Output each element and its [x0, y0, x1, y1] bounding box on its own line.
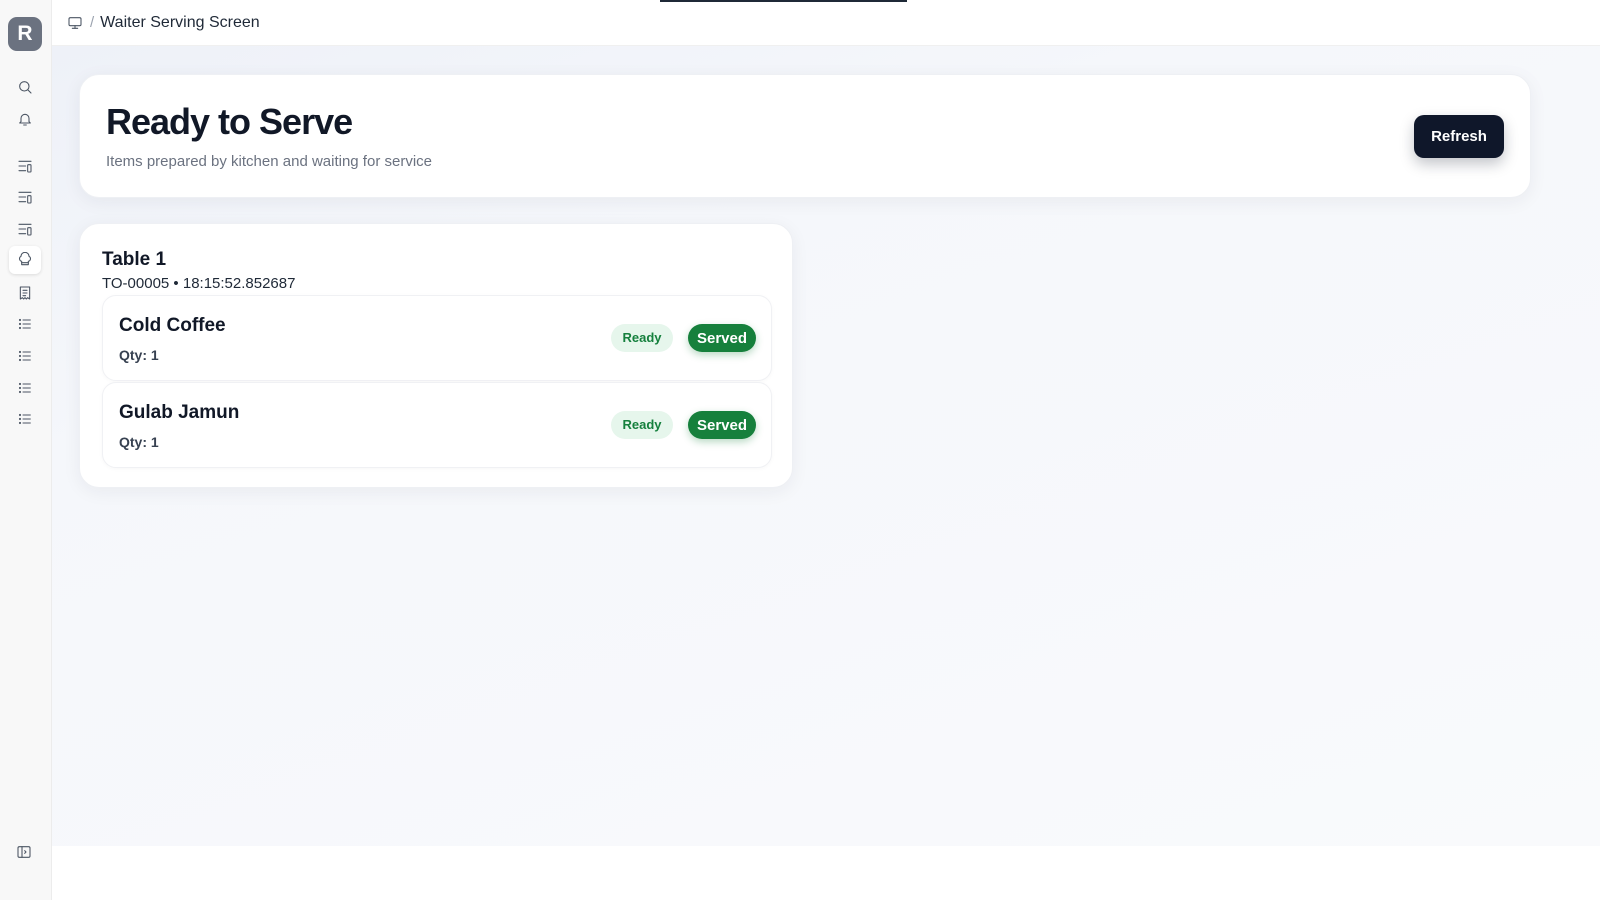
list-filter-icon[interactable]	[14, 186, 36, 208]
page-subtitle: Items prepared by kitchen and waiting fo…	[106, 153, 432, 170]
app-logo[interactable]: R	[8, 17, 42, 51]
list-filter-icon[interactable]	[14, 155, 36, 177]
page-header-card: Ready to Serve Items prepared by kitchen…	[79, 74, 1531, 198]
item-name: Cold Coffee	[119, 315, 226, 336]
list-icon[interactable]	[14, 377, 36, 399]
order-item: Cold Coffee Qty: 1 Ready Served	[102, 295, 772, 381]
item-qty: Qty: 1	[119, 347, 159, 363]
loading-indicator	[660, 0, 907, 2]
table-title: Table 1	[102, 249, 167, 270]
list-icon[interactable]	[14, 408, 36, 430]
list-icon[interactable]	[14, 313, 36, 335]
list-filter-icon[interactable]	[14, 218, 36, 240]
table-card: Table 1 TO-00005 • 18:15:52.852687 Cold …	[79, 223, 793, 488]
sidebar-toggle-icon[interactable]	[13, 841, 35, 863]
served-button[interactable]: Served	[688, 324, 756, 352]
bottom-strip	[52, 846, 1600, 900]
sidebar: R	[0, 0, 52, 900]
item-qty: Qty: 1	[119, 434, 159, 450]
bell-icon[interactable]	[14, 108, 36, 130]
chef-hat-icon[interactable]	[9, 246, 41, 274]
breadcrumb-separator: /	[90, 14, 95, 31]
order-item: Gulab Jamun Qty: 1 Ready Served	[102, 382, 772, 468]
main-content: Ready to Serve Items prepared by kitchen…	[52, 46, 1600, 846]
breadcrumb-title: Waiter Serving Screen	[100, 13, 260, 31]
monitor-icon[interactable]	[67, 15, 83, 31]
ready-status-badge: Ready	[611, 411, 673, 439]
list-icon[interactable]	[14, 345, 36, 367]
top-bar: / Waiter Serving Screen	[52, 0, 1600, 46]
page-title: Ready to Serve	[106, 101, 353, 142]
refresh-button[interactable]: Refresh	[1414, 115, 1504, 158]
app-root: R / Waiter Serving Screen Ready to Serve…	[0, 0, 1600, 900]
search-icon[interactable]	[14, 76, 36, 98]
served-button[interactable]: Served	[688, 411, 756, 439]
item-name: Gulab Jamun	[119, 402, 240, 423]
receipt-icon[interactable]	[14, 282, 36, 304]
table-order-meta: TO-00005 • 18:15:52.852687	[102, 275, 296, 292]
ready-status-badge: Ready	[611, 324, 673, 352]
